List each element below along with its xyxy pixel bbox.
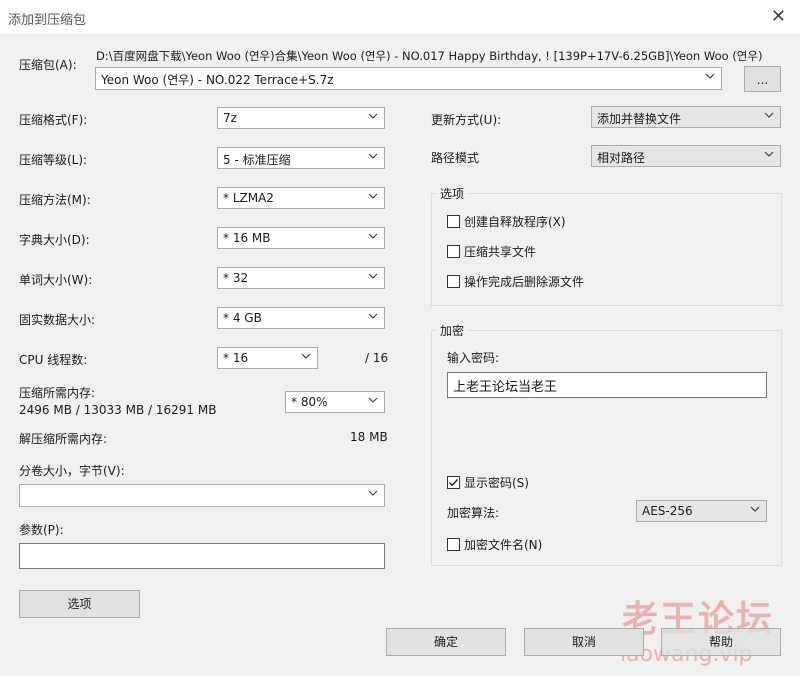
volume-combo[interactable] [19,484,385,507]
dict-label: 字典大小(D): [19,233,90,247]
chevron-down-icon [368,397,378,403]
archive-label: 压缩包(A): [19,58,77,72]
pathmode-combo[interactable]: 相对路径 [591,145,781,167]
solid-value: * 4 GB [223,311,262,325]
method-combo[interactable]: * LZMA2 [217,187,385,209]
decomp-label: 解压缩所需内存: [19,432,108,446]
sfx-checkbox[interactable] [447,215,460,228]
delete-checkbox[interactable] [447,275,460,288]
method-value: * LZMA2 [223,191,274,205]
encryption-group-title: 加密 [436,322,469,339]
update-combo[interactable]: 添加并替换文件 [591,106,781,128]
chevron-down-icon [750,506,760,512]
password-input[interactable]: 上老王论坛当老王 [447,372,767,398]
update-value: 添加并替换文件 [597,112,682,126]
memory-value: * 80% [291,395,328,409]
method-label: 压缩方法(M): [19,193,91,207]
threads-combo[interactable]: * 16 [217,347,318,369]
word-label: 单词大小(W): [19,273,93,287]
params-input[interactable] [19,543,385,569]
title-bar [0,0,800,34]
encrypt-names-option[interactable]: 加密文件名(N) [447,536,542,553]
checkmark-icon [449,479,459,487]
algo-value: AES-256 [642,504,693,518]
word-combo[interactable]: * 32 [217,267,385,289]
show-password-checkbox[interactable] [447,476,460,489]
chevron-down-icon [368,273,378,279]
memory-label: 压缩所需内存: [19,386,96,400]
level-label: 压缩等级(L): [19,153,88,167]
help-button[interactable]: 帮助 [661,628,781,656]
chevron-down-icon [368,153,378,159]
shared-label: 压缩共享文件 [464,245,537,259]
chevron-down-icon [368,313,378,319]
dict-value: * 16 MB [223,231,271,245]
close-icon[interactable]: ✕ [771,6,786,27]
delete-label: 操作完成后删除源文件 [464,275,585,289]
threads-total: / 16 [365,351,389,365]
word-value: * 32 [223,271,249,285]
shared-option[interactable]: 压缩共享文件 [447,243,536,260]
options-button[interactable]: 选项 [19,590,140,618]
volume-label: 分卷大小，字节(V): [19,464,125,478]
format-label: 压缩格式(F): [19,113,88,127]
options-group-title: 选项 [436,185,469,202]
chevron-down-icon [301,353,311,359]
level-value: 5 - 标准压缩 [223,153,291,167]
solid-combo[interactable]: * 4 GB [217,307,385,329]
threads-label: CPU 线程数: [19,353,88,367]
shared-checkbox[interactable] [447,245,460,258]
sfx-option[interactable]: 创建自释放程序(X) [447,213,566,230]
archive-filename-combo[interactable]: Yeon Woo (연우) - NO.022 Terrace+S.7z [95,67,722,90]
archive-filename: Yeon Woo (연우) - NO.022 Terrace+S.7z [101,73,334,87]
memory-detail: 2496 MB / 13033 MB / 16291 MB [19,403,217,417]
chevron-down-icon [705,73,715,79]
password-label: 输入密码: [447,351,500,365]
cancel-button[interactable]: 取消 [524,628,644,656]
memory-combo[interactable]: * 80% [285,391,385,413]
pathmode-value: 相对路径 [597,151,646,165]
chevron-down-icon [764,112,774,118]
show-password-label: 显示密码(S) [464,476,529,490]
encrypt-names-checkbox[interactable] [447,538,460,551]
show-password-option[interactable]: 显示密码(S) [447,474,529,491]
sfx-label: 创建自释放程序(X) [464,215,566,229]
chevron-down-icon [368,233,378,239]
params-label: 参数(P): [19,523,64,537]
pathmode-label: 路径模式 [431,151,480,165]
level-combo[interactable]: 5 - 标准压缩 [217,147,385,169]
window-title: 添加到压缩包 [8,13,87,28]
chevron-down-icon [368,193,378,199]
encrypt-names-label: 加密文件名(N) [464,538,543,552]
browse-button[interactable]: ... [744,66,781,92]
format-value: 7z [223,111,237,125]
chevron-down-icon [764,151,774,157]
update-label: 更新方式(U): [431,113,502,127]
password-value: 上老王论坛当老王 [453,380,558,395]
algo-label: 加密算法: [447,506,500,520]
archive-path-line: D:\百度网盘下载\Yeon Woo (연우)合集\Yeon Woo (연우) … [96,49,763,63]
solid-label: 固实数据大小: [19,313,96,327]
format-combo[interactable]: 7z [217,107,385,129]
threads-value: * 16 [223,351,249,365]
decomp-value: 18 MB [350,430,388,444]
dict-combo[interactable]: * 16 MB [217,227,385,249]
delete-option[interactable]: 操作完成后删除源文件 [447,273,584,290]
chevron-down-icon [368,490,378,496]
algo-combo[interactable]: AES-256 [636,500,767,522]
ok-button[interactable]: 确定 [386,628,506,656]
chevron-down-icon [368,113,378,119]
